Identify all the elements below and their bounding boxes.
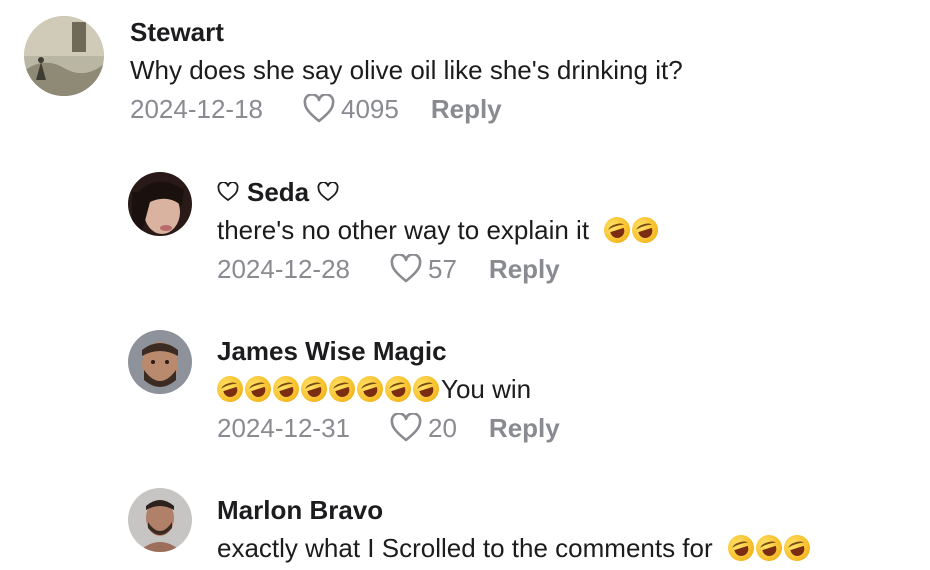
- comment-username[interactable]: Marlon Bravo: [217, 495, 812, 525]
- comment-text: exactly what I Scrolled to the comments …: [217, 531, 814, 565]
- heart-icon: [390, 254, 422, 284]
- reply-button[interactable]: Reply: [489, 254, 560, 284]
- comment-text: Why does she say olive oil like she's dr…: [130, 55, 683, 85]
- like-button[interactable]: 20: [390, 413, 457, 443]
- like-button[interactable]: 57: [390, 254, 457, 284]
- comment-date: 2024-12-31: [217, 413, 350, 443]
- comment-text: there's no other way to explain it: [217, 213, 662, 247]
- avatar[interactable]: [24, 16, 104, 96]
- comment-username[interactable]: James Wise Magic: [217, 336, 560, 366]
- heart-icon: [390, 413, 422, 443]
- like-count: 4095: [341, 94, 399, 124]
- comment-meta: 2024-12-28 57 Reply: [217, 254, 660, 284]
- reply-button[interactable]: Reply: [431, 94, 502, 124]
- heart-icon: [303, 94, 335, 124]
- avatar[interactable]: [128, 330, 192, 394]
- avatar[interactable]: [128, 172, 192, 236]
- laughing-emoji-icon: [213, 372, 443, 406]
- like-count: 57: [428, 254, 457, 284]
- comment-date: 2024-12-28: [217, 254, 350, 284]
- avatar[interactable]: [128, 488, 192, 552]
- laughing-emoji-icon: [600, 213, 662, 247]
- heart-icon: [217, 182, 239, 202]
- comment-username[interactable]: Stewart: [130, 17, 683, 47]
- comment-meta: 2024-12-31 20 Reply: [217, 413, 560, 443]
- like-button[interactable]: 4095: [303, 94, 399, 124]
- laughing-emoji-icon: [724, 531, 814, 565]
- comment-username[interactable]: Seda: [217, 177, 660, 207]
- comment-text: You win: [213, 372, 560, 406]
- reply-button[interactable]: Reply: [489, 413, 560, 443]
- comment-meta: 2024-12-18 4095 Reply: [130, 94, 683, 124]
- heart-icon: [317, 182, 339, 202]
- comment-date: 2024-12-18: [130, 94, 263, 124]
- like-count: 20: [428, 413, 457, 443]
